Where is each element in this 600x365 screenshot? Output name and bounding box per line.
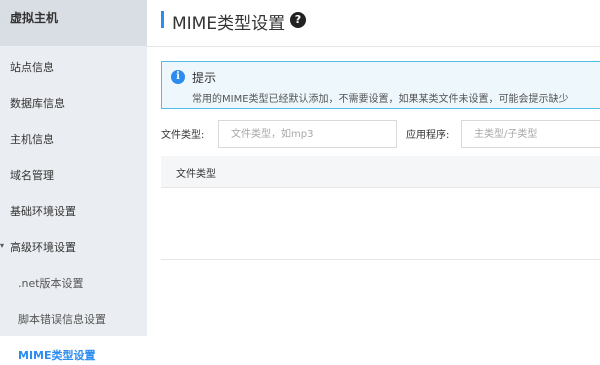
file-type-input[interactable] [218, 120, 397, 148]
sidebar-item-database-info[interactable]: 数据库信息 [10, 95, 65, 111]
column-header-file-type: 文件类型 [176, 169, 216, 180]
page-title: MIME类型设置 [172, 14, 286, 34]
title-accent-bar [161, 11, 164, 28]
sidebar-item-mime-type[interactable]: MIME类型设置 [18, 347, 96, 363]
app-type-input[interactable] [461, 120, 600, 148]
notice-text: 常用的MIME类型已经默认添加，不需要设置，如果某类文件未设置，可能会提示缺少 [192, 94, 569, 105]
info-icon: i [171, 70, 185, 84]
sidebar-item-advanced-env[interactable]: 高级环境设置 [10, 239, 76, 255]
page-header: MIME类型设置 ? [147, 0, 600, 47]
chevron-down-icon: ▾ [0, 241, 5, 250]
sidebar: 虚拟主机 站点信息 数据库信息 主机信息 域名管理 基础环境设置 ▾ 高级环境设… [0, 0, 147, 365]
table-header: 文件类型 [161, 156, 600, 188]
app-label: 应用程序: [406, 130, 450, 141]
sidebar-item-dotnet-version[interactable]: .net版本设置 [18, 275, 84, 291]
question-circle-icon[interactable]: ? [290, 12, 306, 28]
sidebar-item-site-info[interactable]: 站点信息 [10, 59, 54, 75]
notice-title: 提示 [192, 71, 217, 85]
notice-box: i 提示 常用的MIME类型已经默认添加，不需要设置，如果某类文件未设置，可能会… [161, 61, 600, 109]
sidebar-item-basic-env[interactable]: 基础环境设置 [10, 203, 76, 219]
sidebar-title: 虚拟主机 [10, 11, 59, 25]
table-body [161, 188, 600, 260]
sidebar-item-script-error[interactable]: 脚本错误信息设置 [18, 311, 106, 327]
file-type-label: 文件类型: [161, 130, 205, 141]
sidebar-item-host-info[interactable]: 主机信息 [10, 131, 54, 147]
sidebar-header: 虚拟主机 [0, 0, 147, 46]
sidebar-item-domain-management[interactable]: 域名管理 [10, 167, 54, 183]
